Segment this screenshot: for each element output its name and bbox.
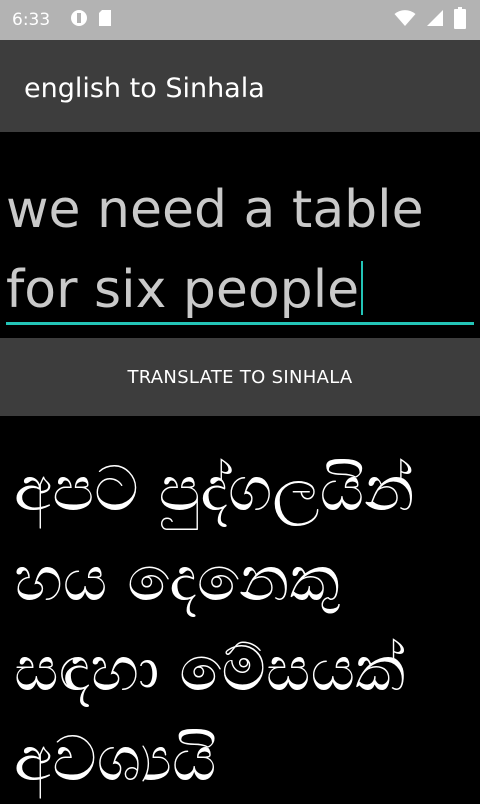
sim-card-icon — [98, 9, 112, 31]
circle-badge-icon — [70, 9, 88, 31]
battery-icon — [454, 7, 466, 33]
text-cursor — [361, 261, 364, 315]
output-area: අපට පුද්ගලයින් හය දෙනෙකු සඳහා මේසයක් අවශ… — [0, 416, 480, 800]
status-right-icons — [394, 7, 466, 33]
status-left-icons — [70, 10, 112, 30]
input-underline — [6, 322, 474, 325]
translate-button[interactable]: TRANSLATE TO SINHALA — [0, 338, 480, 416]
source-text-input[interactable]: we need a table for six people — [6, 170, 474, 330]
status-bar: 6:33 — [0, 0, 480, 40]
wifi-icon — [394, 9, 416, 31]
translated-text: අපට පුද්ගලයින් හය දෙනෙකු සඳහා මේසයක් අවශ… — [14, 452, 415, 795]
cell-signal-icon — [426, 9, 444, 31]
app-bar: english to Sinhala — [0, 40, 480, 132]
app-title: english to Sinhala — [24, 73, 265, 104]
status-time: 6:33 — [12, 10, 51, 30]
input-area[interactable]: we need a table for six people — [0, 132, 480, 336]
